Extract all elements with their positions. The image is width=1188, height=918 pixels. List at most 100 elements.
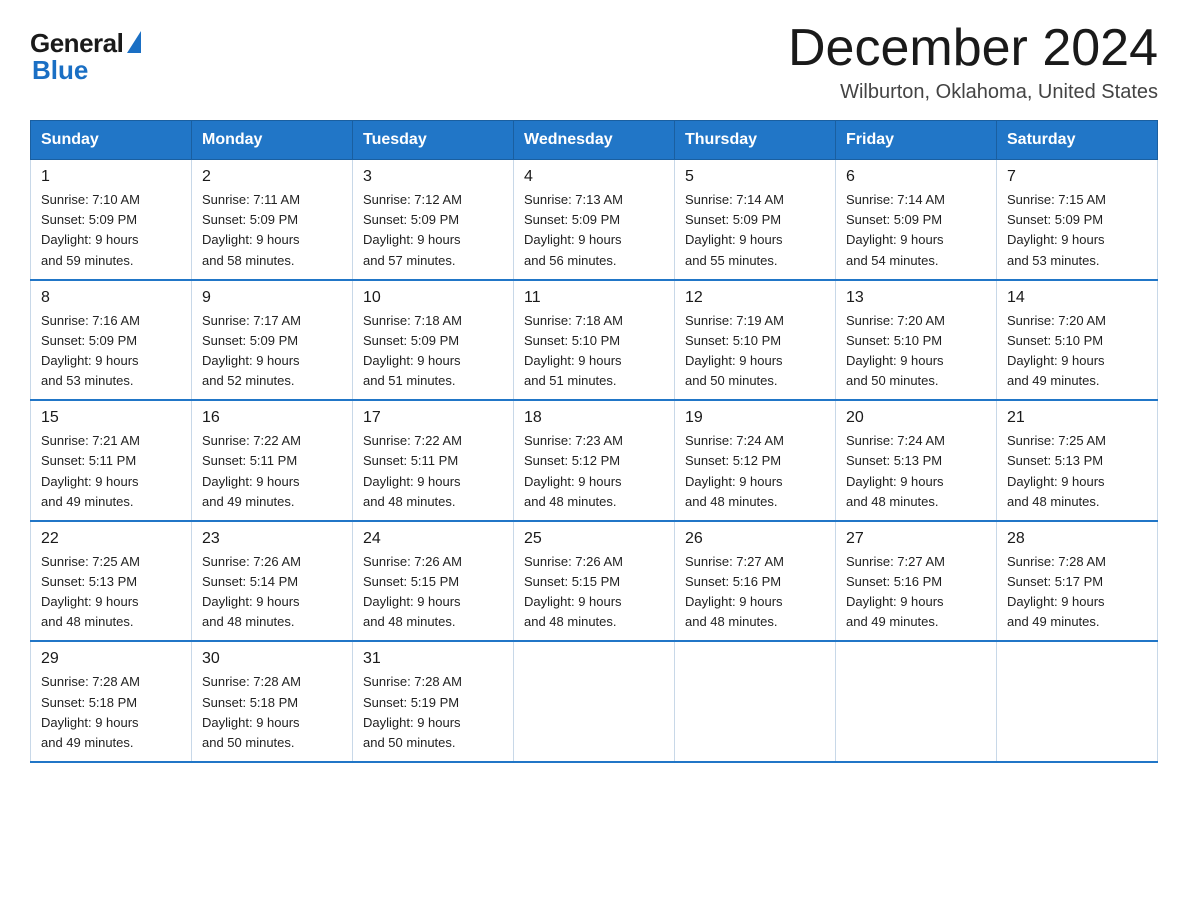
day-info: Sunrise: 7:11 AM Sunset: 5:09 PM Dayligh… bbox=[202, 190, 342, 271]
day-number: 23 bbox=[202, 530, 342, 548]
page-header: General Blue December 2024 Wilburton, Ok… bbox=[30, 20, 1158, 104]
day-number: 10 bbox=[363, 289, 503, 307]
day-info: Sunrise: 7:28 AM Sunset: 5:19 PM Dayligh… bbox=[363, 672, 503, 753]
day-info: Sunrise: 7:25 AM Sunset: 5:13 PM Dayligh… bbox=[41, 552, 181, 633]
day-info: Sunrise: 7:27 AM Sunset: 5:16 PM Dayligh… bbox=[846, 552, 986, 633]
day-number: 14 bbox=[1007, 289, 1147, 307]
day-info: Sunrise: 7:28 AM Sunset: 5:18 PM Dayligh… bbox=[41, 672, 181, 753]
day-number: 13 bbox=[846, 289, 986, 307]
day-number: 2 bbox=[202, 168, 342, 186]
day-info: Sunrise: 7:10 AM Sunset: 5:09 PM Dayligh… bbox=[41, 190, 181, 271]
day-info: Sunrise: 7:18 AM Sunset: 5:09 PM Dayligh… bbox=[363, 311, 503, 392]
table-row: 22 Sunrise: 7:25 AM Sunset: 5:13 PM Dayl… bbox=[31, 521, 192, 642]
table-row: 15 Sunrise: 7:21 AM Sunset: 5:11 PM Dayl… bbox=[31, 400, 192, 521]
table-row: 3 Sunrise: 7:12 AM Sunset: 5:09 PM Dayli… bbox=[353, 160, 514, 280]
calendar-week-row: 29 Sunrise: 7:28 AM Sunset: 5:18 PM Dayl… bbox=[31, 641, 1158, 762]
calendar-week-row: 8 Sunrise: 7:16 AM Sunset: 5:09 PM Dayli… bbox=[31, 280, 1158, 401]
day-number: 8 bbox=[41, 289, 181, 307]
table-row: 17 Sunrise: 7:22 AM Sunset: 5:11 PM Dayl… bbox=[353, 400, 514, 521]
day-info: Sunrise: 7:24 AM Sunset: 5:12 PM Dayligh… bbox=[685, 431, 825, 512]
table-row: 20 Sunrise: 7:24 AM Sunset: 5:13 PM Dayl… bbox=[836, 400, 997, 521]
calendar-week-row: 22 Sunrise: 7:25 AM Sunset: 5:13 PM Dayl… bbox=[31, 521, 1158, 642]
day-info: Sunrise: 7:18 AM Sunset: 5:10 PM Dayligh… bbox=[524, 311, 664, 392]
table-row: 30 Sunrise: 7:28 AM Sunset: 5:18 PM Dayl… bbox=[192, 641, 353, 762]
calendar-table: Sunday Monday Tuesday Wednesday Thursday… bbox=[30, 120, 1158, 763]
table-row: 16 Sunrise: 7:22 AM Sunset: 5:11 PM Dayl… bbox=[192, 400, 353, 521]
title-area: December 2024 Wilburton, Oklahoma, Unite… bbox=[788, 20, 1158, 104]
table-row: 28 Sunrise: 7:28 AM Sunset: 5:17 PM Dayl… bbox=[997, 521, 1158, 642]
logo: General Blue bbox=[30, 28, 141, 86]
day-info: Sunrise: 7:23 AM Sunset: 5:12 PM Dayligh… bbox=[524, 431, 664, 512]
header-thursday: Thursday bbox=[675, 121, 836, 160]
table-row: 11 Sunrise: 7:18 AM Sunset: 5:10 PM Dayl… bbox=[514, 280, 675, 401]
day-info: Sunrise: 7:13 AM Sunset: 5:09 PM Dayligh… bbox=[524, 190, 664, 271]
day-number: 15 bbox=[41, 409, 181, 427]
header-wednesday: Wednesday bbox=[514, 121, 675, 160]
header-friday: Friday bbox=[836, 121, 997, 160]
calendar-week-row: 1 Sunrise: 7:10 AM Sunset: 5:09 PM Dayli… bbox=[31, 160, 1158, 280]
table-row: 5 Sunrise: 7:14 AM Sunset: 5:09 PM Dayli… bbox=[675, 160, 836, 280]
day-number: 20 bbox=[846, 409, 986, 427]
table-row: 1 Sunrise: 7:10 AM Sunset: 5:09 PM Dayli… bbox=[31, 160, 192, 280]
table-row: 31 Sunrise: 7:28 AM Sunset: 5:19 PM Dayl… bbox=[353, 641, 514, 762]
table-row: 21 Sunrise: 7:25 AM Sunset: 5:13 PM Dayl… bbox=[997, 400, 1158, 521]
table-row: 4 Sunrise: 7:13 AM Sunset: 5:09 PM Dayli… bbox=[514, 160, 675, 280]
day-number: 12 bbox=[685, 289, 825, 307]
day-info: Sunrise: 7:14 AM Sunset: 5:09 PM Dayligh… bbox=[685, 190, 825, 271]
day-number: 27 bbox=[846, 530, 986, 548]
day-info: Sunrise: 7:26 AM Sunset: 5:15 PM Dayligh… bbox=[524, 552, 664, 633]
day-number: 25 bbox=[524, 530, 664, 548]
header-monday: Monday bbox=[192, 121, 353, 160]
table-row: 8 Sunrise: 7:16 AM Sunset: 5:09 PM Dayli… bbox=[31, 280, 192, 401]
day-number: 1 bbox=[41, 168, 181, 186]
day-info: Sunrise: 7:27 AM Sunset: 5:16 PM Dayligh… bbox=[685, 552, 825, 633]
day-number: 17 bbox=[363, 409, 503, 427]
day-info: Sunrise: 7:28 AM Sunset: 5:18 PM Dayligh… bbox=[202, 672, 342, 753]
table-row: 18 Sunrise: 7:23 AM Sunset: 5:12 PM Dayl… bbox=[514, 400, 675, 521]
day-info: Sunrise: 7:17 AM Sunset: 5:09 PM Dayligh… bbox=[202, 311, 342, 392]
day-info: Sunrise: 7:28 AM Sunset: 5:17 PM Dayligh… bbox=[1007, 552, 1147, 633]
day-number: 3 bbox=[363, 168, 503, 186]
day-info: Sunrise: 7:25 AM Sunset: 5:13 PM Dayligh… bbox=[1007, 431, 1147, 512]
logo-triangle-icon bbox=[127, 31, 141, 53]
day-number: 26 bbox=[685, 530, 825, 548]
day-info: Sunrise: 7:16 AM Sunset: 5:09 PM Dayligh… bbox=[41, 311, 181, 392]
table-row: 24 Sunrise: 7:26 AM Sunset: 5:15 PM Dayl… bbox=[353, 521, 514, 642]
month-title: December 2024 bbox=[788, 20, 1158, 77]
header-saturday: Saturday bbox=[997, 121, 1158, 160]
day-info: Sunrise: 7:21 AM Sunset: 5:11 PM Dayligh… bbox=[41, 431, 181, 512]
day-info: Sunrise: 7:26 AM Sunset: 5:14 PM Dayligh… bbox=[202, 552, 342, 633]
header-row: Sunday Monday Tuesday Wednesday Thursday… bbox=[31, 121, 1158, 160]
day-number: 7 bbox=[1007, 168, 1147, 186]
day-number: 31 bbox=[363, 650, 503, 668]
logo-blue-text: Blue bbox=[32, 55, 88, 86]
day-number: 29 bbox=[41, 650, 181, 668]
day-number: 16 bbox=[202, 409, 342, 427]
table-row bbox=[675, 641, 836, 762]
day-number: 6 bbox=[846, 168, 986, 186]
table-row bbox=[836, 641, 997, 762]
day-number: 30 bbox=[202, 650, 342, 668]
table-row: 23 Sunrise: 7:26 AM Sunset: 5:14 PM Dayl… bbox=[192, 521, 353, 642]
day-info: Sunrise: 7:14 AM Sunset: 5:09 PM Dayligh… bbox=[846, 190, 986, 271]
table-row: 12 Sunrise: 7:19 AM Sunset: 5:10 PM Dayl… bbox=[675, 280, 836, 401]
day-number: 22 bbox=[41, 530, 181, 548]
header-sunday: Sunday bbox=[31, 121, 192, 160]
day-number: 19 bbox=[685, 409, 825, 427]
day-info: Sunrise: 7:20 AM Sunset: 5:10 PM Dayligh… bbox=[846, 311, 986, 392]
day-number: 9 bbox=[202, 289, 342, 307]
table-row bbox=[514, 641, 675, 762]
table-row: 26 Sunrise: 7:27 AM Sunset: 5:16 PM Dayl… bbox=[675, 521, 836, 642]
day-info: Sunrise: 7:24 AM Sunset: 5:13 PM Dayligh… bbox=[846, 431, 986, 512]
location-subtitle: Wilburton, Oklahoma, United States bbox=[788, 81, 1158, 104]
day-info: Sunrise: 7:12 AM Sunset: 5:09 PM Dayligh… bbox=[363, 190, 503, 271]
day-info: Sunrise: 7:22 AM Sunset: 5:11 PM Dayligh… bbox=[363, 431, 503, 512]
day-number: 28 bbox=[1007, 530, 1147, 548]
calendar-week-row: 15 Sunrise: 7:21 AM Sunset: 5:11 PM Dayl… bbox=[31, 400, 1158, 521]
day-number: 21 bbox=[1007, 409, 1147, 427]
day-info: Sunrise: 7:22 AM Sunset: 5:11 PM Dayligh… bbox=[202, 431, 342, 512]
day-number: 24 bbox=[363, 530, 503, 548]
table-row: 27 Sunrise: 7:27 AM Sunset: 5:16 PM Dayl… bbox=[836, 521, 997, 642]
table-row: 10 Sunrise: 7:18 AM Sunset: 5:09 PM Dayl… bbox=[353, 280, 514, 401]
table-row: 25 Sunrise: 7:26 AM Sunset: 5:15 PM Dayl… bbox=[514, 521, 675, 642]
